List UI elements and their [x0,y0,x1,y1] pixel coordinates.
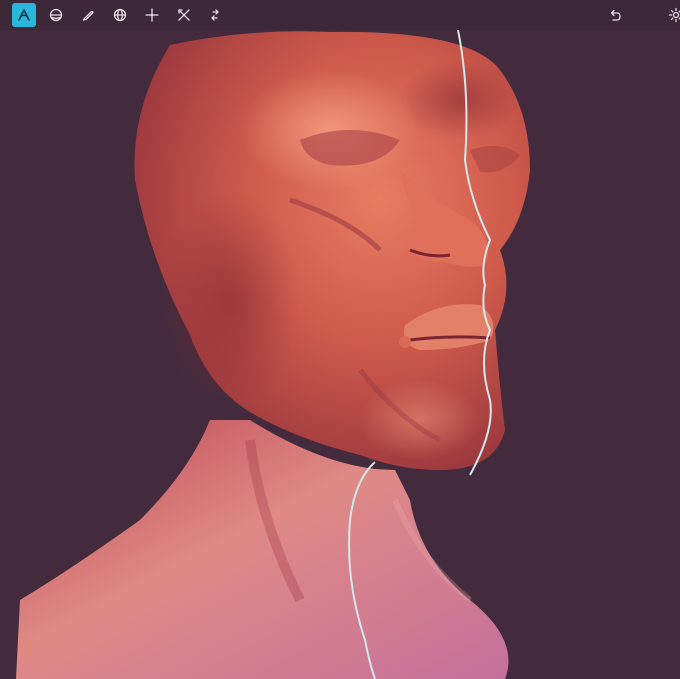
settings-button[interactable] [664,3,680,27]
undo-icon [610,9,621,21]
3d-viewport[interactable] [0,30,680,679]
sculpt-tool-icon [18,9,30,21]
swap-arrows-icon [211,9,219,21]
sculpted-head-bust [16,30,530,679]
material-button[interactable] [44,3,68,27]
swap-button[interactable] [203,3,227,27]
paint-brush-button[interactable] [76,3,100,27]
sculpt-tool-button[interactable] [12,3,36,27]
pencil-icon [82,10,94,21]
transform-button[interactable] [140,3,164,27]
settings-gear-icon [668,7,680,23]
undo-button[interactable] [603,3,627,27]
top-toolbar [0,0,680,30]
globe-icon [113,8,127,22]
material-sphere-icon [49,8,63,22]
symmetry-button[interactable] [172,3,196,27]
symmetry-icon [178,9,190,21]
scene-button[interactable] [108,3,132,27]
transform-sparkle-icon [145,8,159,22]
